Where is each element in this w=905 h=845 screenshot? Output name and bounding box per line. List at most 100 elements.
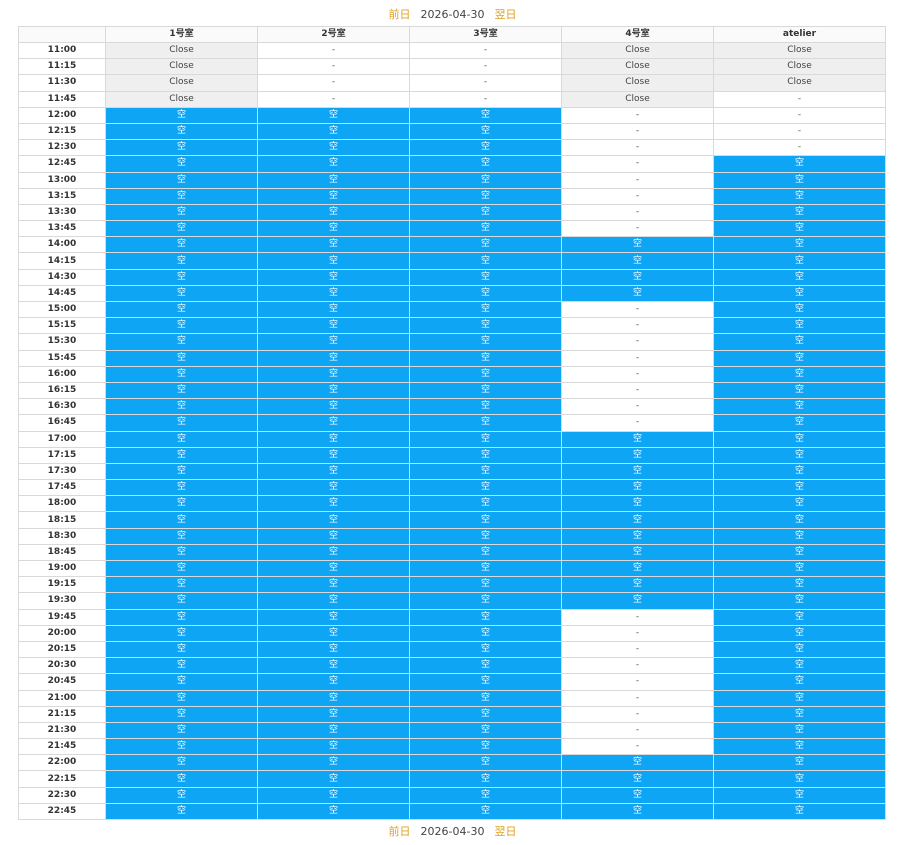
slot-available[interactable]: 空: [713, 430, 886, 448]
slot-available[interactable]: 空: [409, 738, 562, 756]
slot-available[interactable]: 空: [105, 333, 258, 351]
slot-available[interactable]: 空: [409, 220, 562, 238]
slot-available[interactable]: 空: [409, 171, 562, 189]
slot-available[interactable]: 空: [409, 300, 562, 319]
slot-available[interactable]: 空: [257, 462, 410, 481]
slot-available[interactable]: 空: [713, 203, 886, 222]
slot-available[interactable]: 空: [257, 802, 410, 821]
slot-available[interactable]: 空: [257, 349, 410, 367]
slot-available[interactable]: 空: [409, 155, 562, 173]
slot-available[interactable]: 空: [713, 770, 886, 788]
slot-available[interactable]: 空: [713, 689, 886, 707]
slot-available[interactable]: 空: [409, 624, 562, 642]
slot-available[interactable]: 空: [105, 398, 258, 416]
slot-available[interactable]: 空: [257, 479, 410, 497]
slot-available[interactable]: 空: [409, 657, 562, 675]
slot-available[interactable]: 空: [257, 236, 410, 254]
slot-available[interactable]: 空: [561, 559, 714, 578]
slot-available[interactable]: 空: [105, 252, 258, 270]
slot-available[interactable]: 空: [105, 139, 258, 157]
slot-available[interactable]: 空: [409, 640, 562, 659]
slot-available[interactable]: 空: [561, 511, 714, 529]
slot-available[interactable]: 空: [409, 608, 562, 626]
slot-available[interactable]: 空: [257, 624, 410, 642]
slot-available[interactable]: 空: [105, 721, 258, 740]
slot-available[interactable]: 空: [409, 689, 562, 707]
slot-available[interactable]: 空: [257, 576, 410, 594]
prev-day-link[interactable]: 前日: [389, 6, 411, 22]
slot-available[interactable]: 空: [713, 559, 886, 578]
slot-available[interactable]: 空: [105, 705, 258, 723]
slot-available[interactable]: 空: [105, 284, 258, 303]
slot-available[interactable]: 空: [713, 657, 886, 675]
slot-available[interactable]: 空: [713, 495, 886, 513]
slot-available[interactable]: 空: [409, 673, 562, 691]
slot-available[interactable]: 空: [713, 446, 886, 464]
slot-available[interactable]: 空: [105, 236, 258, 254]
slot-available[interactable]: 空: [257, 543, 410, 562]
slot-available[interactable]: 空: [713, 414, 886, 432]
slot-available[interactable]: 空: [409, 398, 562, 416]
slot-available[interactable]: 空: [105, 576, 258, 594]
slot-available[interactable]: 空: [713, 592, 886, 610]
slot-available[interactable]: 空: [105, 543, 258, 562]
slot-available[interactable]: 空: [257, 559, 410, 578]
slot-available[interactable]: 空: [105, 414, 258, 432]
slot-available[interactable]: 空: [409, 770, 562, 788]
slot-available[interactable]: 空: [561, 592, 714, 610]
slot-available[interactable]: 空: [257, 203, 410, 222]
slot-available[interactable]: 空: [713, 462, 886, 481]
slot-available[interactable]: 空: [713, 608, 886, 626]
slot-available[interactable]: 空: [257, 640, 410, 659]
slot-available[interactable]: 空: [713, 527, 886, 545]
slot-available[interactable]: 空: [257, 106, 410, 124]
slot-available[interactable]: 空: [257, 786, 410, 804]
slot-available[interactable]: 空: [713, 673, 886, 691]
slot-available[interactable]: 空: [561, 252, 714, 270]
slot-available[interactable]: 空: [105, 657, 258, 675]
slot-available[interactable]: 空: [105, 365, 258, 383]
next-day-link[interactable]: 翌日: [494, 6, 516, 22]
slot-available[interactable]: 空: [105, 300, 258, 319]
slot-available[interactable]: 空: [409, 122, 562, 141]
slot-available[interactable]: 空: [105, 527, 258, 545]
slot-available[interactable]: 空: [713, 317, 886, 335]
slot-available[interactable]: 空: [105, 349, 258, 367]
slot-available[interactable]: 空: [257, 527, 410, 545]
slot-available[interactable]: 空: [561, 236, 714, 254]
slot-available[interactable]: 空: [713, 300, 886, 319]
slot-available[interactable]: 空: [257, 333, 410, 351]
slot-available[interactable]: 空: [105, 171, 258, 189]
slot-available[interactable]: 空: [561, 527, 714, 545]
slot-available[interactable]: 空: [257, 705, 410, 723]
slot-available[interactable]: 空: [713, 155, 886, 173]
slot-available[interactable]: 空: [105, 462, 258, 481]
slot-available[interactable]: 空: [105, 770, 258, 788]
slot-available[interactable]: 空: [105, 268, 258, 286]
slot-available[interactable]: 空: [713, 786, 886, 804]
slot-available[interactable]: 空: [105, 381, 258, 400]
slot-available[interactable]: 空: [409, 252, 562, 270]
slot-available[interactable]: 空: [257, 398, 410, 416]
slot-available[interactable]: 空: [409, 203, 562, 222]
slot-available[interactable]: 空: [409, 349, 562, 367]
slot-available[interactable]: 空: [409, 381, 562, 400]
slot-available[interactable]: 空: [257, 187, 410, 205]
slot-available[interactable]: 空: [105, 673, 258, 691]
slot-available[interactable]: 空: [409, 268, 562, 286]
slot-available[interactable]: 空: [713, 349, 886, 367]
slot-available[interactable]: 空: [257, 155, 410, 173]
slot-available[interactable]: 空: [409, 414, 562, 432]
slot-available[interactable]: 空: [257, 139, 410, 157]
slot-available[interactable]: 空: [105, 640, 258, 659]
slot-available[interactable]: 空: [409, 495, 562, 513]
slot-available[interactable]: 空: [713, 640, 886, 659]
slot-available[interactable]: 空: [257, 689, 410, 707]
slot-available[interactable]: 空: [257, 122, 410, 141]
next-day-link[interactable]: 翌日: [494, 823, 516, 839]
slot-available[interactable]: 空: [713, 479, 886, 497]
slot-available[interactable]: 空: [561, 576, 714, 594]
slot-available[interactable]: 空: [409, 786, 562, 804]
slot-available[interactable]: 空: [409, 802, 562, 821]
slot-available[interactable]: 空: [409, 365, 562, 383]
